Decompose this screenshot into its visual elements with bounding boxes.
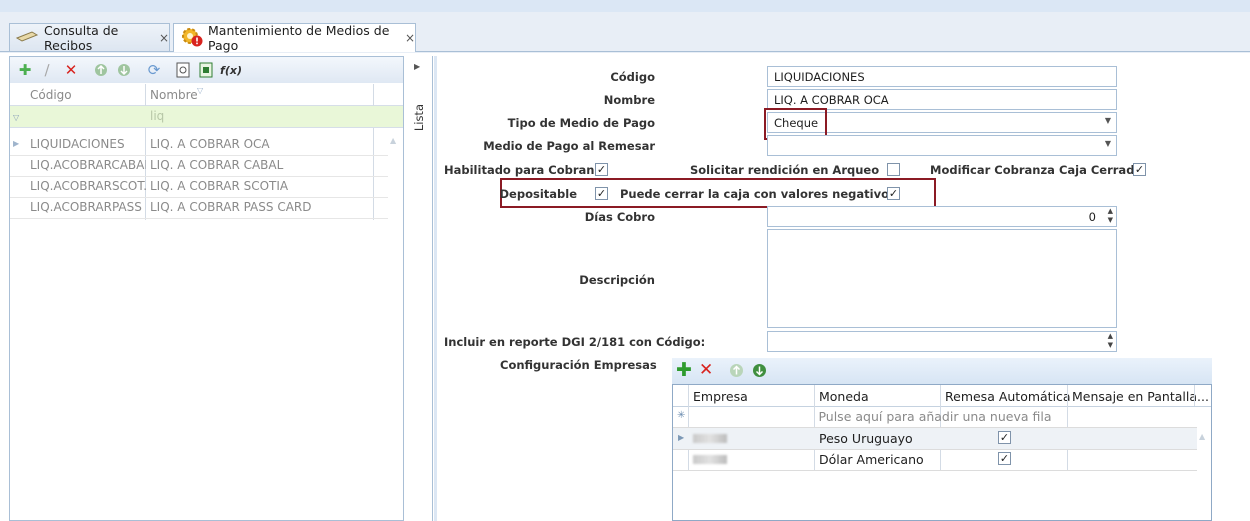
cell-codigo: LIQ.ACOBRARPASS: [30, 200, 142, 214]
close-icon[interactable]: ×: [405, 31, 415, 45]
next-icon[interactable]: [115, 61, 133, 79]
chevron-down-icon[interactable]: ▼: [1105, 139, 1111, 148]
chevron-down-icon[interactable]: ▼: [1105, 116, 1111, 125]
list-row[interactable]: LIQ.ACOBRARPASS LIQ. A COBRAR PASS CARD: [10, 197, 388, 219]
filter-value-nombre[interactable]: liq: [150, 109, 164, 123]
solicitar-checkbox[interactable]: [887, 163, 900, 176]
cell-codigo: LIQ.ACOBRARSCOT...: [30, 179, 146, 193]
cell-nombre: LIQ. A COBRAR OCA: [150, 137, 270, 151]
tab-consulta-recibos[interactable]: Consulta de Recibos ×: [9, 22, 170, 53]
expand-arrow-icon[interactable]: ▶: [414, 62, 420, 71]
add-icon[interactable]: ✚: [16, 61, 34, 79]
tab-label: Consulta de Recibos: [44, 22, 119, 53]
refresh-icon[interactable]: ⟳: [145, 61, 163, 79]
label-habilitado: Habilitado para Cobranza: [444, 163, 609, 177]
label-nombre: Nombre: [603, 93, 655, 107]
descripcion-field[interactable]: [767, 229, 1117, 328]
label-descripcion: Descripción: [579, 273, 655, 287]
delete-icon[interactable]: ✕: [699, 360, 713, 380]
dias-cobro-field[interactable]: 0 ▲ ▼: [767, 206, 1117, 227]
nombre-field[interactable]: LIQ. A COBRAR OCA: [767, 89, 1117, 110]
modificar-checkbox[interactable]: ✓: [1133, 163, 1146, 176]
add-icon[interactable]: ✚: [676, 359, 692, 381]
next-icon[interactable]: [752, 363, 767, 381]
empresa-redacted: [693, 434, 727, 443]
gear-warning-icon: [180, 26, 204, 51]
filter-funnel-icon[interactable]: ▽: [197, 86, 203, 95]
prev-icon[interactable]: [92, 61, 110, 79]
remesa-checkbox[interactable]: ✓: [998, 431, 1011, 444]
row-indicator-icon: ▶: [678, 433, 685, 442]
label-config-empresas: Configuración Empresas: [500, 358, 657, 372]
cerrar-negativos-checkbox[interactable]: ✓: [887, 187, 900, 200]
cell-nombre: LIQ. A COBRAR PASS CARD: [150, 200, 312, 214]
close-icon[interactable]: ×: [159, 31, 169, 45]
cell-codigo: LIQUIDACIONES: [30, 137, 125, 151]
prev-icon[interactable]: [729, 363, 744, 381]
cell-moneda: Dólar Americano: [819, 452, 924, 467]
label-tipo-medio-pago: Tipo de Medio de Pago: [507, 116, 655, 130]
dias-cobro-value: 0: [1088, 210, 1096, 224]
column-header-codigo[interactable]: Código: [30, 88, 72, 102]
column-header-empresa[interactable]: Empresa: [693, 389, 748, 404]
habilitado-checkbox[interactable]: ✓: [595, 163, 608, 176]
form-divider: [434, 56, 437, 521]
filter-row[interactable]: [10, 106, 403, 128]
cell-codigo: LIQ.ACOBRARCABAL: [30, 158, 146, 172]
tab-mantenimiento-medios-pago[interactable]: Mantenimiento de Medios de Pago ×: [173, 23, 416, 53]
label-depositable: Depositable: [499, 187, 578, 201]
edit-icon[interactable]: ∕: [38, 61, 56, 79]
label-dias-cobro: Días Cobro: [584, 210, 655, 224]
function-icon[interactable]: f(x): [220, 61, 242, 79]
spin-icon[interactable]: ▲ ▼: [1108, 332, 1113, 350]
cell-moneda: Peso Uruguayo: [819, 431, 913, 446]
scroll-up-icon[interactable]: ▲: [1199, 432, 1205, 441]
tab-label: Mantenimiento de Medios de Pago: [208, 23, 390, 53]
new-row[interactable]: ✳ Pulse aquí para añadir una nueva fila: [673, 406, 1197, 428]
column-header-mensaje[interactable]: Mensaje en Pantalla...: [1072, 389, 1209, 404]
list-row[interactable]: LIQ.ACOBRARSCOT... LIQ. A COBRAR SCOTIA: [10, 176, 388, 198]
depositable-checkbox[interactable]: ✓: [595, 187, 608, 200]
side-label-lista[interactable]: Lista: [412, 104, 426, 131]
column-header-remesa[interactable]: Remesa Automática: [945, 389, 1071, 404]
remesa-checkbox[interactable]: ✓: [998, 452, 1011, 465]
list-row[interactable]: ▶ LIQUIDACIONES LIQ. A COBRAR OCA: [10, 134, 388, 156]
column-header-moneda[interactable]: Moneda: [819, 389, 869, 404]
export-icon[interactable]: [197, 61, 215, 79]
filter-row-icon: ▽: [13, 113, 20, 122]
medio-remesar-select[interactable]: ▼: [767, 135, 1117, 156]
column-header-nombre[interactable]: Nombre: [150, 88, 198, 102]
cell-nombre: LIQ. A COBRAR SCOTIA: [150, 179, 289, 193]
scroll-up-icon[interactable]: ▲: [390, 136, 396, 145]
config-row[interactable]: ▶ Peso Uruguayo ✓: [673, 428, 1197, 450]
delete-icon[interactable]: ✕: [62, 61, 80, 79]
preview-icon[interactable]: [174, 61, 192, 79]
label-medio-remesar: Medio de Pago al Remesar: [483, 139, 655, 153]
spin-icon[interactable]: ▲ ▼: [1108, 207, 1113, 225]
empresa-redacted: [693, 455, 727, 464]
label-solicitar: Solicitar rendición en Arqueo: [690, 163, 880, 177]
cell-nombre: LIQ. A COBRAR CABAL: [150, 158, 284, 172]
label-cerrar-negativos: Puede cerrar la caja con valores negativ…: [620, 187, 896, 201]
label-dgi: Incluir en reporte DGI 2/181 con Código:: [444, 335, 706, 349]
new-row-text: Pulse aquí para añadir una nueva fila: [818, 409, 1052, 424]
label-modificar: Modificar Cobranza Caja Cerrada: [930, 163, 1143, 177]
row-indicator-icon: ▶: [13, 139, 20, 148]
list-row[interactable]: LIQ.ACOBRARCABAL LIQ. A COBRAR CABAL: [10, 155, 388, 177]
config-row[interactable]: Dólar Americano ✓: [673, 449, 1197, 471]
label-codigo: Código: [610, 70, 655, 84]
codigo-field[interactable]: LIQUIDACIONES: [767, 66, 1117, 87]
dgi-field[interactable]: ▲ ▼: [767, 331, 1117, 352]
receipt-icon: [15, 29, 39, 46]
